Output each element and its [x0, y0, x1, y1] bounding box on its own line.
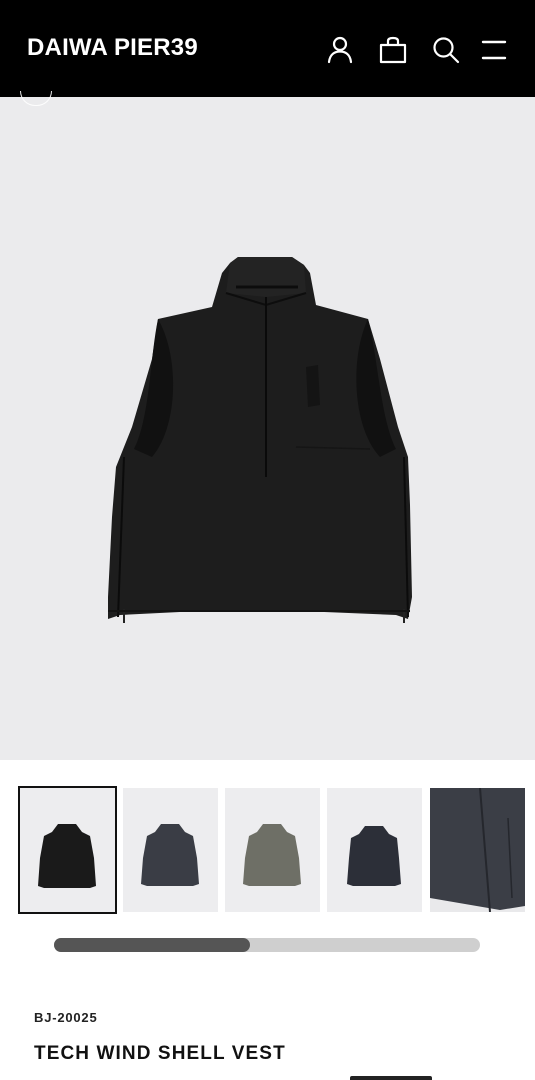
gallery-scrollbar[interactable]	[54, 938, 480, 952]
site-header: DAIWA PIER39	[0, 0, 535, 97]
search-icon[interactable]	[430, 34, 462, 66]
cart-icon[interactable]	[377, 34, 409, 66]
thumbnail-detail-closeup[interactable]	[430, 788, 525, 912]
thumbnail-strip[interactable]	[0, 786, 535, 914]
thumbnail-charcoal-vest[interactable]	[123, 788, 218, 912]
menu-icon[interactable]	[478, 34, 510, 66]
thumbnail-navy-vest[interactable]	[327, 788, 422, 912]
product-sku: BJ-20025	[34, 1010, 98, 1025]
next-section-peek	[350, 1076, 432, 1080]
scrollbar-thumb[interactable]	[54, 938, 250, 952]
thumbnail-black-vest[interactable]	[18, 786, 117, 914]
hero-product-image[interactable]	[0, 91, 535, 760]
vest-illustration	[108, 257, 412, 623]
product-title: TECH WIND SHELL VEST	[34, 1043, 286, 1064]
thumbnail-olive-vest[interactable]	[225, 788, 320, 912]
product-page: DAIWA PIER39 BJ-20025 TECH WIND SHELL VE…	[0, 0, 535, 1080]
brand-logo[interactable]: DAIWA PIER39	[27, 34, 198, 62]
account-icon[interactable]	[324, 34, 356, 66]
